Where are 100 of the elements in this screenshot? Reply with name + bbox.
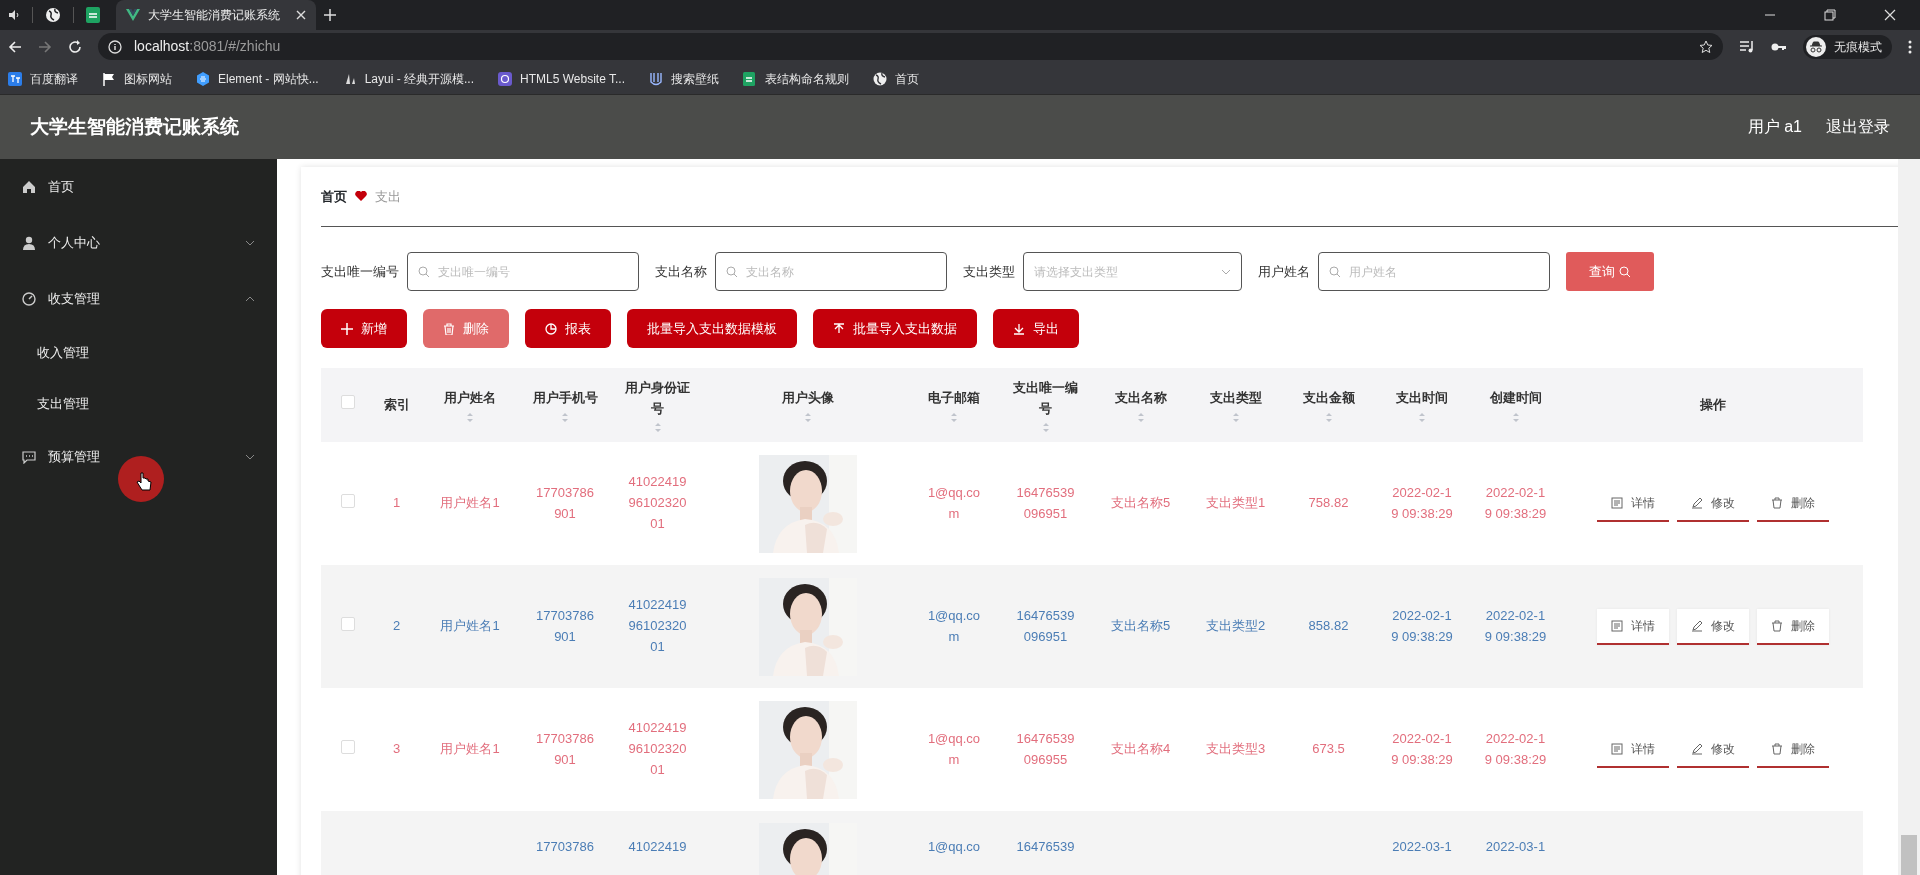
chevron-down-icon (1221, 268, 1231, 275)
browser-tab[interactable]: 大学生智能消费记账系统 (116, 0, 316, 30)
address-bar[interactable]: localhost:8081/#/zhichu (98, 33, 1723, 60)
column-header[interactable]: 电子邮箱 (928, 388, 980, 409)
search-icon (1619, 265, 1631, 278)
document-icon (1610, 742, 1623, 755)
sidebar-item[interactable]: 个人中心 (0, 215, 277, 271)
bookmark[interactable]: Element - 网站快... (196, 69, 319, 88)
table-cell-text: 2022-02-19 09:38:29 (1390, 483, 1454, 523)
checkbox[interactable] (340, 493, 355, 508)
search-button[interactable]: 查询 (1566, 252, 1654, 291)
sort-icon[interactable] (950, 412, 958, 422)
table-cell-text: 1@qq.co (927, 838, 981, 856)
table-cell-text: 1 (392, 494, 401, 513)
incognito-profile[interactable]: 无痕模式 (1803, 34, 1892, 59)
column-header: 索引 (383, 395, 410, 414)
sort-icon[interactable] (803, 412, 812, 422)
new-tab-icon[interactable] (324, 9, 336, 21)
checkbox[interactable] (340, 739, 355, 754)
playlist-icon[interactable] (1739, 39, 1755, 54)
sidebar-item[interactable]: 收支管理 (0, 271, 277, 327)
html5-icon (498, 71, 513, 86)
table-action-button[interactable]: 修改 (1676, 608, 1749, 645)
more-menu-icon[interactable] (1908, 39, 1912, 54)
document-icon (1610, 619, 1623, 632)
close-icon[interactable] (1884, 9, 1896, 21)
sort-icon[interactable] (653, 423, 662, 433)
reload-icon[interactable] (68, 39, 82, 54)
scrollbar-thumb[interactable] (1901, 835, 1917, 875)
table-cell-text: 858.82 (1308, 617, 1349, 636)
trash-icon (1770, 496, 1783, 509)
field-label: 用户姓名 (1258, 262, 1310, 281)
column-header[interactable]: 创建时间 (1489, 388, 1542, 409)
checkbox[interactable] (340, 616, 355, 631)
scrollbar[interactable] (1898, 159, 1920, 875)
globe-icon[interactable] (45, 7, 61, 23)
hexagon-icon (196, 71, 210, 86)
back-icon[interactable] (8, 39, 22, 54)
action-button[interactable]: 批量导入支出数据模板 (627, 309, 797, 348)
bookmark[interactable]: 百度翻译 (8, 69, 78, 88)
sort-icon[interactable] (1418, 412, 1426, 422)
vue-logo-icon (126, 9, 140, 21)
close-icon[interactable] (296, 10, 306, 20)
column-header[interactable]: 支出名称 (1114, 388, 1167, 409)
table-cell-text: 2022-02-19 09:38:29 (1390, 729, 1454, 769)
sort-icon[interactable] (561, 412, 569, 422)
table-cell-text: 支出名称4 (1110, 740, 1171, 759)
sort-icon[interactable] (466, 412, 474, 422)
action-button[interactable]: 报表 (525, 309, 611, 348)
action-button[interactable]: 新增 (321, 309, 407, 348)
flag-icon (102, 71, 116, 86)
sidebar-item[interactable]: 首页 (0, 159, 277, 215)
table-cell-text: 16476539096951 (1015, 606, 1076, 646)
hand-cursor-icon (136, 472, 152, 492)
action-button[interactable]: 批量导入支出数据 (813, 309, 977, 348)
checkbox[interactable] (340, 395, 355, 410)
incognito-icon (1806, 36, 1826, 57)
action-button[interactable]: 导出 (993, 309, 1079, 348)
heart-icon (355, 191, 367, 202)
table-cell-text: 16476539096951 (1015, 483, 1076, 523)
sort-icon[interactable] (1324, 412, 1333, 422)
sort-icon[interactable] (1136, 412, 1145, 422)
table-cell-text: 用户姓名1 (440, 740, 500, 759)
sidebar-item[interactable]: 预算管理 (0, 429, 277, 485)
table-cell-text: 支出类型1 (1205, 494, 1266, 513)
table-action-button[interactable]: 删除 (1756, 608, 1829, 645)
bookmark[interactable]: 搜索壁纸 (649, 69, 719, 88)
sort-icon[interactable] (1041, 423, 1050, 433)
spreadsheet-icon[interactable] (86, 7, 100, 23)
logout-link[interactable]: 退出登录 (1826, 115, 1890, 139)
sidebar-subitem[interactable]: 收入管理 (0, 327, 277, 378)
bookmark[interactable]: Layui - 经典开源模... (342, 69, 475, 88)
restore-icon[interactable] (1824, 9, 1836, 21)
breadcrumb-item[interactable]: 首页 (321, 186, 347, 207)
speaker-icon[interactable] (8, 9, 20, 21)
field-label: 支出唯一编号 (321, 262, 399, 281)
sidebar-subitem[interactable]: 支出管理 (0, 378, 277, 429)
spreadsheet-icon (743, 71, 757, 86)
sort-icon[interactable] (1511, 412, 1520, 422)
sort-icon[interactable] (1231, 412, 1240, 422)
table-cell-text: 41022419 (628, 838, 687, 856)
table-cell-text: 支出类型2 (1205, 617, 1266, 636)
bookmark[interactable]: 首页 (873, 69, 919, 88)
column-header[interactable]: 支出金额 (1302, 388, 1355, 409)
trash-icon (1770, 742, 1783, 755)
column-header[interactable]: 支出时间 (1396, 388, 1448, 409)
table-action-button[interactable]: 详情 (1596, 608, 1669, 645)
search-icon (726, 265, 738, 278)
table-cell-text: 1@qq.com (926, 606, 982, 646)
column-header[interactable]: 用户头像 (781, 388, 834, 409)
star-icon[interactable] (1699, 39, 1713, 54)
forward-icon[interactable] (38, 39, 52, 54)
bookmark[interactable]: HTML5 Website T... (498, 69, 625, 88)
search-icon (1329, 265, 1341, 278)
bookmark[interactable]: 图标网站 (102, 69, 172, 88)
bookmark[interactable]: 表结构命名规则 (743, 69, 849, 88)
column-header[interactable]: 用户姓名 (444, 388, 496, 409)
column-header[interactable]: 支出类型 (1209, 388, 1262, 409)
table-cell-text: 16476539 (1016, 838, 1075, 856)
globe-icon (873, 71, 887, 86)
